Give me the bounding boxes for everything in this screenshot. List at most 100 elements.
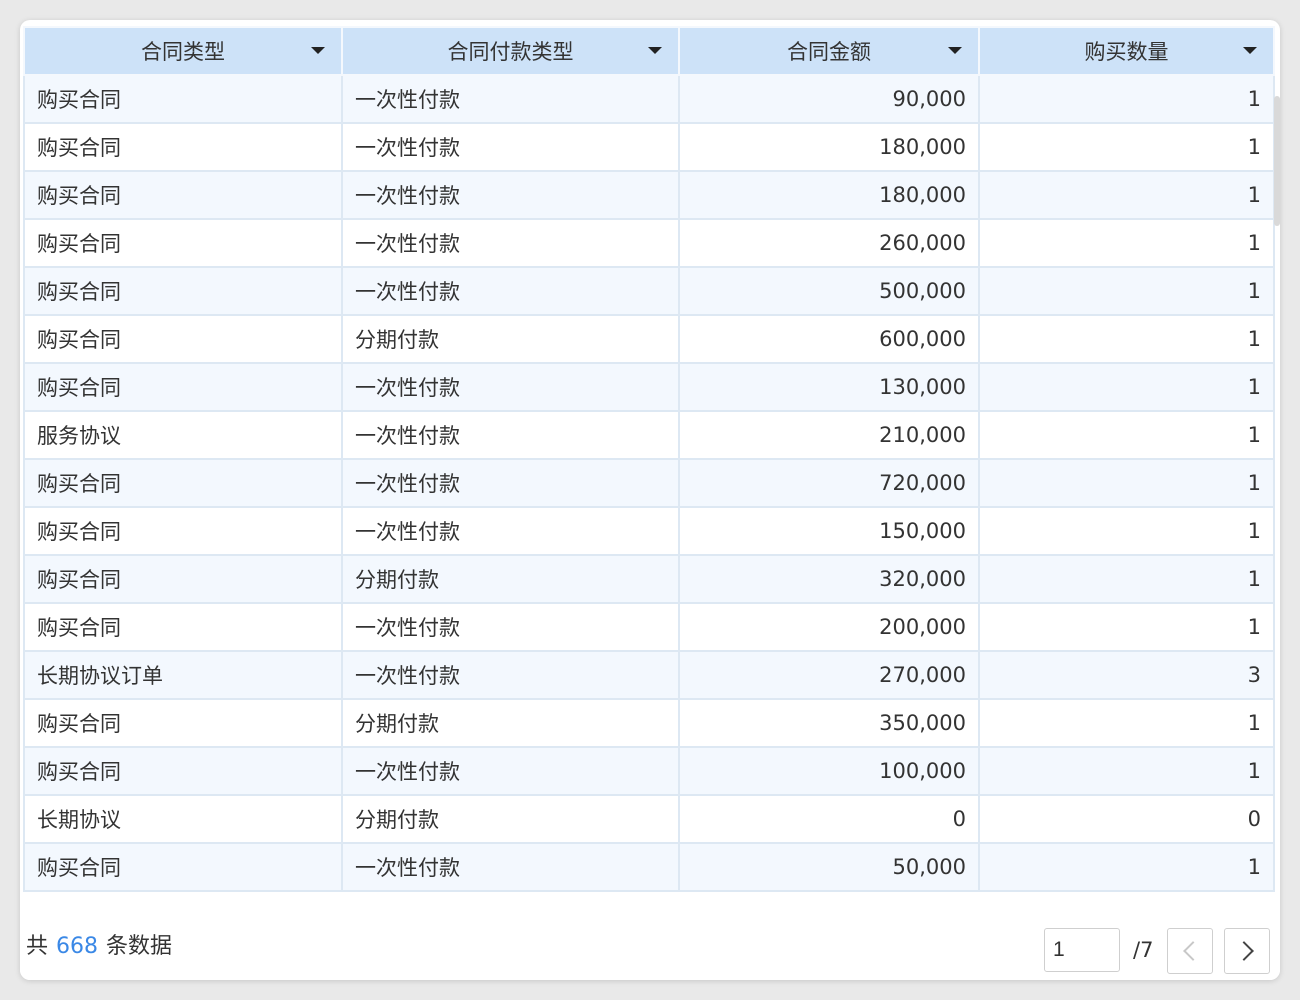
cell-payment-type: 一次性付款 xyxy=(341,170,680,220)
prev-page-button[interactable] xyxy=(1167,928,1213,974)
cell-purchase-quantity: 1 xyxy=(978,170,1275,220)
cell-contract-type: 购买合同 xyxy=(23,554,343,604)
table-row[interactable]: 购买合同 一次性付款 100,000 1 xyxy=(23,746,1275,796)
caret-down-icon[interactable] xyxy=(1243,47,1257,54)
cell-contract-amount: 130,000 xyxy=(678,362,980,412)
caret-down-icon[interactable] xyxy=(648,47,662,54)
cell-payment-type: 一次性付款 xyxy=(341,218,680,268)
cell-payment-type: 一次性付款 xyxy=(341,650,680,700)
header-row: 合同类型 合同付款类型 合同金额 购买数量 xyxy=(23,26,1275,76)
table-row[interactable]: 服务协议 一次性付款 210,000 1 xyxy=(23,410,1275,460)
cell-contract-amount: 210,000 xyxy=(678,410,980,460)
chevron-left-icon xyxy=(1183,941,1203,961)
column-header-payment-type[interactable]: 合同付款类型 xyxy=(341,26,680,76)
caret-down-icon[interactable] xyxy=(311,47,325,54)
cell-purchase-quantity: 1 xyxy=(978,266,1275,316)
cell-contract-amount: 90,000 xyxy=(678,74,980,124)
cell-purchase-quantity: 1 xyxy=(978,746,1275,796)
cell-contract-type: 购买合同 xyxy=(23,458,343,508)
table-row[interactable]: 购买合同 一次性付款 500,000 1 xyxy=(23,266,1275,316)
cell-contract-type: 购买合同 xyxy=(23,74,343,124)
table-row[interactable]: 购买合同 一次性付款 180,000 1 xyxy=(23,122,1275,172)
cell-payment-type: 一次性付款 xyxy=(341,266,680,316)
cell-purchase-quantity: 1 xyxy=(978,842,1275,892)
cell-purchase-quantity: 3 xyxy=(978,650,1275,700)
table-viewport: 合同类型 合同付款类型 合同金额 购买数量 购买合同 一次性付款 90,000 … xyxy=(20,20,1280,908)
cell-payment-type: 一次性付款 xyxy=(341,842,680,892)
cell-contract-amount: 500,000 xyxy=(678,266,980,316)
cell-contract-amount: 260,000 xyxy=(678,218,980,268)
cell-payment-type: 一次性付款 xyxy=(341,74,680,124)
column-header-label: 购买数量 xyxy=(1084,40,1169,64)
cell-payment-type: 一次性付款 xyxy=(341,506,680,556)
cell-contract-type: 购买合同 xyxy=(23,698,343,748)
cell-payment-type: 分期付款 xyxy=(341,698,680,748)
table-header: 合同类型 合同付款类型 合同金额 购买数量 xyxy=(23,26,1275,76)
table-row[interactable]: 购买合同 分期付款 600,000 1 xyxy=(23,314,1275,364)
cell-contract-type: 购买合同 xyxy=(23,122,343,172)
column-header-label: 合同金额 xyxy=(787,40,871,64)
cell-contract-amount: 200,000 xyxy=(678,602,980,652)
column-header-label: 合同类型 xyxy=(141,40,225,64)
table-row[interactable]: 购买合同 一次性付款 50,000 1 xyxy=(23,842,1275,892)
table-row[interactable]: 购买合同 一次性付款 130,000 1 xyxy=(23,362,1275,412)
cell-contract-amount: 180,000 xyxy=(678,170,980,220)
cell-contract-type: 购买合同 xyxy=(23,842,343,892)
column-header-contract-amount[interactable]: 合同金额 xyxy=(678,26,980,76)
table-row[interactable]: 购买合同 一次性付款 180,000 1 xyxy=(23,170,1275,220)
column-header-contract-type[interactable]: 合同类型 xyxy=(23,26,343,76)
total-suffix: 条数据 xyxy=(106,934,173,959)
cell-contract-amount: 600,000 xyxy=(678,314,980,364)
vertical-scrollbar[interactable] xyxy=(1274,96,1280,226)
cell-payment-type: 分期付款 xyxy=(341,794,680,844)
cell-purchase-quantity: 1 xyxy=(978,698,1275,748)
cell-purchase-quantity: 1 xyxy=(978,410,1275,460)
table-row[interactable]: 购买合同 一次性付款 260,000 1 xyxy=(23,218,1275,268)
column-header-label: 合同付款类型 xyxy=(447,40,574,64)
cell-purchase-quantity: 1 xyxy=(978,554,1275,604)
cell-contract-amount: 50,000 xyxy=(678,842,980,892)
cell-payment-type: 一次性付款 xyxy=(341,122,680,172)
cell-contract-type: 长期协议订单 xyxy=(23,650,343,700)
cell-contract-amount: 320,000 xyxy=(678,554,980,604)
cell-contract-type: 购买合同 xyxy=(23,218,343,268)
cell-payment-type: 一次性付款 xyxy=(341,410,680,460)
total-prefix: 共 xyxy=(26,934,49,959)
page-total: /7 xyxy=(1133,938,1154,962)
caret-down-icon[interactable] xyxy=(948,47,962,54)
cell-purchase-quantity: 1 xyxy=(978,506,1275,556)
table-row[interactable]: 购买合同 一次性付款 720,000 1 xyxy=(23,458,1275,508)
cell-purchase-quantity: 1 xyxy=(978,74,1275,124)
table-row[interactable]: 购买合同 分期付款 350,000 1 xyxy=(23,698,1275,748)
pagination-footer: 共 668 条数据 /7 xyxy=(20,908,1280,980)
cell-contract-type: 购买合同 xyxy=(23,314,343,364)
data-table-panel: 合同类型 合同付款类型 合同金额 购买数量 购买合同 一次性付款 90,000 … xyxy=(20,20,1280,980)
cell-purchase-quantity: 1 xyxy=(978,602,1275,652)
cell-contract-amount: 720,000 xyxy=(678,458,980,508)
cell-purchase-quantity: 1 xyxy=(978,314,1275,364)
table-row[interactable]: 购买合同 一次性付款 200,000 1 xyxy=(23,602,1275,652)
table-row[interactable]: 长期协议 分期付款 0 0 xyxy=(23,794,1275,844)
cell-contract-amount: 100,000 xyxy=(678,746,980,796)
chevron-right-icon xyxy=(1234,941,1254,961)
next-page-button[interactable] xyxy=(1224,928,1270,974)
table-row[interactable]: 购买合同 分期付款 320,000 1 xyxy=(23,554,1275,604)
cell-contract-type: 购买合同 xyxy=(23,746,343,796)
cell-contract-type: 购买合同 xyxy=(23,506,343,556)
cell-purchase-quantity: 1 xyxy=(978,218,1275,268)
cell-contract-amount: 0 xyxy=(678,794,980,844)
cell-contract-type: 购买合同 xyxy=(23,362,343,412)
table-body: 购买合同 一次性付款 90,000 1 购买合同 一次性付款 180,000 1 购买合同 一次性… xyxy=(23,74,1275,892)
cell-payment-type: 分期付款 xyxy=(341,314,680,364)
cell-contract-type: 购买合同 xyxy=(23,266,343,316)
column-header-purchase-quantity[interactable]: 购买数量 xyxy=(978,26,1275,76)
cell-purchase-quantity: 1 xyxy=(978,362,1275,412)
table-row[interactable]: 购买合同 一次性付款 90,000 1 xyxy=(23,74,1275,124)
total-count-text: 共 668 条数据 xyxy=(26,928,172,960)
table-row[interactable]: 购买合同 一次性付款 150,000 1 xyxy=(23,506,1275,556)
page-number-input[interactable] xyxy=(1044,928,1120,972)
table-row[interactable]: 长期协议订单 一次性付款 270,000 3 xyxy=(23,650,1275,700)
cell-payment-type: 一次性付款 xyxy=(341,458,680,508)
cell-contract-amount: 180,000 xyxy=(678,122,980,172)
cell-contract-type: 购买合同 xyxy=(23,170,343,220)
